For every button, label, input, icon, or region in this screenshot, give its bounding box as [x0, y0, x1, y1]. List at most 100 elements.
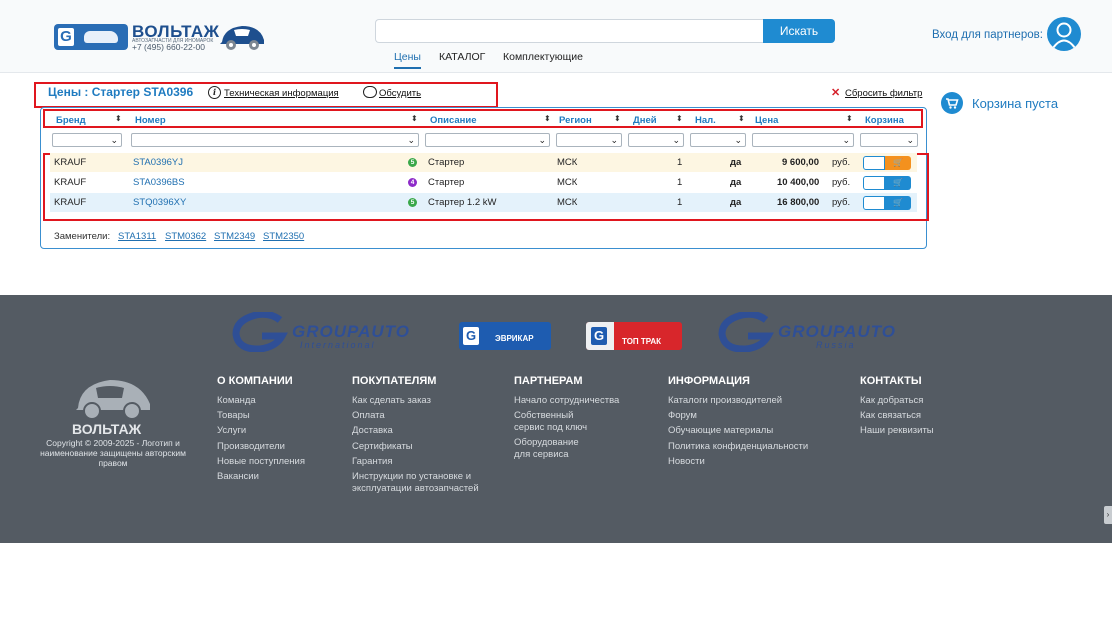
footer-link[interactable]: Новые поступления	[217, 456, 305, 468]
footer-link[interactable]: Товары	[217, 410, 250, 422]
column-header-description[interactable]: Описание	[430, 115, 477, 126]
filter-cart-select[interactable]: ⌄	[860, 133, 918, 147]
filter-region-select[interactable]: ⌄	[556, 133, 622, 147]
footer-link[interactable]: Оплата	[352, 410, 385, 422]
tech-info-link[interactable]: Техническая информация	[224, 88, 339, 99]
evrikar-logo[interactable]: G ЭВРИКАР	[459, 322, 551, 350]
footer-link[interactable]: Обучающие материалы	[668, 425, 773, 437]
footer-link[interactable]: Команда	[217, 395, 256, 407]
row-stock: да	[730, 157, 742, 168]
rating-badge: 5	[408, 158, 417, 167]
add-to-cart-button[interactable]: 🛒	[885, 196, 911, 210]
replacement-link[interactable]: STM2349	[214, 231, 255, 242]
filter-brand-select[interactable]: ⌄	[52, 133, 122, 147]
row-price: 16 800,00	[777, 197, 820, 208]
column-header-brand[interactable]: Бренд	[56, 115, 86, 126]
footer-link[interactable]: Производители	[217, 441, 285, 453]
close-icon[interactable]: ✕	[831, 86, 840, 99]
chat-icon[interactable]	[363, 86, 377, 98]
footer-link[interactable]: Как связаться	[860, 410, 921, 422]
sort-icon[interactable]: ⬍	[411, 114, 418, 123]
column-header-days[interactable]: Дней	[633, 115, 657, 126]
groupauto-logo[interactable]: G	[54, 24, 128, 50]
search-input[interactable]	[375, 19, 763, 43]
partner-login-link[interactable]: Вход для партнеров:	[932, 29, 1043, 41]
column-header-stock[interactable]: Нал.	[695, 115, 716, 126]
cart-icon[interactable]	[941, 92, 963, 114]
footer-link[interactable]: Начало сотрудничества	[514, 395, 619, 407]
quantity-input[interactable]	[863, 156, 885, 170]
row-days: 1	[677, 157, 683, 168]
replacement-link[interactable]: STM0362	[165, 231, 206, 242]
groupauto-logo-subtext: International	[300, 340, 376, 350]
footer-link[interactable]: Форум	[668, 410, 697, 422]
footer-link[interactable]: Как добраться	[860, 395, 923, 407]
column-header-number[interactable]: Номер	[135, 115, 166, 126]
footer-link[interactable]: Гарантия	[352, 456, 393, 468]
row-part-number[interactable]: STQ0396XY	[133, 197, 186, 208]
groupauto-logo-text: GROUPAUTO	[292, 322, 410, 341]
footer-link[interactable]: Сертификаты	[352, 441, 413, 453]
footer-link[interactable]: Собственный сервис под ключ	[514, 410, 606, 434]
row-description: Стартер 1.2 kW	[428, 197, 497, 208]
footer-link[interactable]: Каталоги производителей	[668, 395, 782, 407]
page-title: Цены : Стартер STA0396	[48, 85, 194, 99]
row-description: Стартер	[428, 177, 465, 188]
filter-price-select[interactable]: ⌄	[752, 133, 854, 147]
column-header-region[interactable]: Регион	[559, 115, 592, 126]
filter-days-select[interactable]: ⌄	[628, 133, 684, 147]
footer-link[interactable]: Вакансии	[217, 471, 259, 483]
add-to-cart-button[interactable]: 🛒	[885, 176, 911, 190]
row-part-number[interactable]: STA0396YJ	[133, 157, 183, 168]
footer-link[interactable]: Наши реквизиты	[860, 425, 934, 437]
copyright-text: Copyright © 2009-2025 - Логотип и наимен…	[40, 438, 186, 468]
column-header-price[interactable]: Цена	[755, 115, 778, 126]
add-to-cart-button[interactable]: 🛒	[885, 156, 911, 170]
groupauto-logo-subtext: Russia	[816, 340, 856, 350]
filter-stock-select[interactable]: ⌄	[690, 133, 746, 147]
side-scroll-handle[interactable]: ›	[1104, 506, 1112, 524]
sort-icon[interactable]: ⬍	[846, 114, 853, 123]
sort-icon[interactable]: ⬍	[676, 114, 683, 123]
sort-icon[interactable]: ⬍	[115, 114, 122, 123]
sort-icon[interactable]: ⬍	[738, 114, 745, 123]
reset-filter-link[interactable]: Сбросить фильтр	[845, 88, 922, 99]
brand-phone: +7 (495) 660-22-00	[132, 42, 206, 52]
footer-link[interactable]: Доставка	[352, 425, 393, 437]
quantity-input[interactable]	[863, 176, 885, 190]
sort-icon[interactable]: ⬍	[544, 114, 551, 123]
replacement-link[interactable]: STM2350	[263, 231, 304, 242]
info-icon[interactable]: i	[208, 86, 221, 99]
footer-link[interactable]: Как сделать заказ	[352, 395, 431, 407]
groupauto-international-logo[interactable]	[230, 310, 290, 353]
filter-description-select[interactable]: ⌄	[425, 133, 550, 147]
rating-badge: 4	[408, 178, 417, 187]
quantity-input[interactable]	[863, 196, 885, 210]
user-avatar-icon[interactable]	[1047, 17, 1081, 51]
replacement-link[interactable]: STA1311	[118, 231, 156, 242]
tab-components[interactable]: Комплектующие	[503, 51, 583, 63]
footer-link[interactable]: Политика конфиденциальности	[668, 441, 808, 453]
tab-prices[interactable]: Цены	[394, 51, 421, 69]
filter-number-select[interactable]: ⌄	[131, 133, 419, 147]
tab-catalog[interactable]: КАТАЛОГ	[439, 51, 485, 63]
row-part-number[interactable]: STA0396BS	[133, 177, 185, 188]
footer-link[interactable]: Инструкции по установке и эксплуатации а…	[352, 471, 482, 495]
footer-link[interactable]: Новости	[668, 456, 705, 468]
row-price: 9 600,00	[782, 157, 819, 168]
groupauto-russia-logo[interactable]	[716, 310, 776, 353]
row-days: 1	[677, 177, 683, 188]
footer-link[interactable]: Оборудование для сервиса	[514, 437, 594, 461]
cart-status[interactable]: Корзина пуста	[972, 96, 1058, 111]
top-truck-logo[interactable]: G ТОП ТРАК	[586, 322, 682, 350]
column-header-cart[interactable]: Корзина	[865, 115, 904, 126]
search-button[interactable]: Искать	[763, 19, 835, 43]
row-description: Стартер	[428, 157, 465, 168]
row-days: 1	[677, 197, 683, 208]
sort-icon[interactable]: ⬍	[614, 114, 621, 123]
footer-heading-about: О КОМПАНИИ	[217, 375, 293, 387]
evrikar-logo-text: ЭВРИКАР	[495, 334, 534, 343]
footer-link[interactable]: Услуги	[217, 425, 246, 437]
discuss-link[interactable]: Обсудить	[379, 88, 421, 99]
car-logo-icon	[220, 26, 264, 50]
